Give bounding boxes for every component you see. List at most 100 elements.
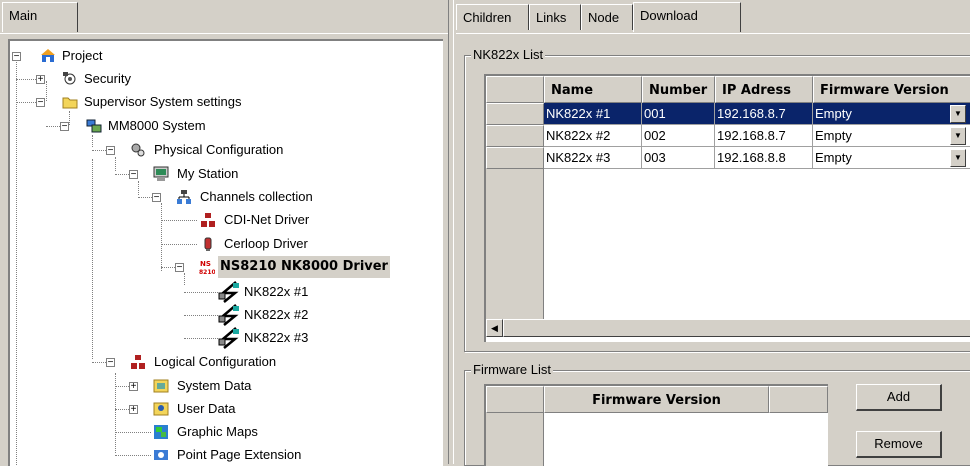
collapse-icon[interactable]: − xyxy=(60,122,69,132)
table-cell-ip[interactable]: 192.168.8.7 xyxy=(715,125,813,147)
nk822x-icon xyxy=(218,281,239,303)
tree-label: Graphic Maps xyxy=(177,424,258,439)
svg-text:NS: NS xyxy=(200,260,211,268)
column-header-number[interactable]: Number xyxy=(642,76,715,103)
collapse-icon[interactable]: − xyxy=(106,146,115,156)
tree-label: Project xyxy=(62,48,103,63)
folder-icon xyxy=(62,97,78,109)
row-header[interactable] xyxy=(486,103,544,125)
row-header[interactable] xyxy=(486,125,544,147)
collapse-icon[interactable]: − xyxy=(12,52,21,62)
table-cell-ip[interactable]: 192.168.8.8 xyxy=(715,147,813,169)
tree-label: Physical Configuration xyxy=(154,142,284,157)
column-header-firmware-version[interactable]: Firmware Version xyxy=(544,386,769,413)
tree-line xyxy=(16,59,17,466)
security-icon xyxy=(63,72,76,85)
expand-icon[interactable]: + xyxy=(129,382,138,392)
expand-icon[interactable]: + xyxy=(129,405,138,415)
dropdown-arrow-icon[interactable]: ▼ xyxy=(950,149,966,167)
tree-label: NK822x #3 xyxy=(244,330,309,345)
point-page-icon xyxy=(154,450,168,460)
dropdown-arrow-icon[interactable]: ▼ xyxy=(950,105,966,123)
tree-line xyxy=(92,135,93,147)
tree-label: My Station xyxy=(177,166,239,181)
tree-line xyxy=(138,181,139,195)
logical-config-icon xyxy=(131,355,145,369)
collapse-icon[interactable]: − xyxy=(36,98,45,108)
project-tree[interactable]: − Project + Security − Supervisor System… xyxy=(8,39,443,466)
column-header-firmware[interactable]: Firmware Version xyxy=(813,76,970,103)
table-cell-number[interactable]: 003 xyxy=(642,147,715,169)
tree-label-selected: NS8210 NK8000 Driver xyxy=(218,256,390,278)
nk822x-icon xyxy=(218,304,239,326)
tree-label: System Data xyxy=(177,378,252,393)
tree-label: Security xyxy=(84,71,131,86)
tab-divider xyxy=(0,33,448,34)
collapse-icon[interactable]: − xyxy=(106,358,115,368)
collapse-icon[interactable]: − xyxy=(129,170,138,180)
tab-main[interactable]: Main xyxy=(2,2,78,32)
nk-list-grid[interactable]: Name Number IP Adress Firmware Version N… xyxy=(484,74,970,342)
expand-icon[interactable]: + xyxy=(36,75,45,85)
scroll-thumb[interactable] xyxy=(503,319,970,337)
tree-label: NK822x #1 xyxy=(244,284,309,299)
table-cell-firmware[interactable]: Empty xyxy=(813,103,970,125)
svg-text:8210: 8210 xyxy=(199,269,215,275)
grid-corner xyxy=(486,386,544,413)
tab-links[interactable]: Links xyxy=(529,4,581,30)
table-cell-number[interactable]: 001 xyxy=(642,103,715,125)
tab-divider xyxy=(456,33,970,34)
scroll-left-icon[interactable]: ◀ xyxy=(486,319,503,337)
remove-button-label: Remove xyxy=(874,436,923,451)
table-cell-name[interactable]: NK822x #2 xyxy=(544,125,642,147)
firmware-list-title: Firmware List xyxy=(471,362,554,377)
tree-label: MM8000 System xyxy=(108,118,206,133)
tree-label: Channels collection xyxy=(200,189,313,204)
horizontal-scrollbar[interactable]: ◀ xyxy=(486,319,970,337)
table-cell-firmware[interactable]: Empty xyxy=(813,147,970,169)
tree-label: Cerloop Driver xyxy=(224,236,308,251)
tree-line xyxy=(115,157,116,171)
collapse-icon[interactable]: − xyxy=(152,193,161,203)
tree-label: CDI-Net Driver xyxy=(224,212,310,227)
nk-list-title: NK822x List xyxy=(471,47,546,62)
system-icon xyxy=(86,119,102,133)
collapse-icon[interactable]: − xyxy=(175,263,184,273)
remove-button[interactable]: Remove xyxy=(856,431,942,458)
tree-line xyxy=(115,373,116,453)
table-cell-ip[interactable]: 192.168.8.7 xyxy=(715,103,813,125)
grid-corner xyxy=(486,76,544,103)
left-tab-bar: Main xyxy=(0,0,448,34)
tab-node[interactable]: Node xyxy=(581,4,633,30)
column-header-name[interactable]: Name xyxy=(544,76,642,103)
tab-download[interactable]: Download xyxy=(633,2,741,32)
firmware-list-grid[interactable]: Firmware Version xyxy=(484,384,828,466)
row-header[interactable] xyxy=(486,147,544,169)
dropdown-arrow-icon[interactable]: ▼ xyxy=(950,127,966,145)
driver-icon xyxy=(201,213,215,227)
tree-line xyxy=(46,81,47,101)
ns8210-icon: NS 8210 xyxy=(199,260,215,275)
pane-splitter[interactable] xyxy=(448,0,454,464)
cerloop-icon xyxy=(204,237,212,251)
row-header-empty xyxy=(486,169,544,319)
station-icon xyxy=(153,166,169,181)
table-cell-name[interactable]: NK822x #1 xyxy=(544,103,642,125)
table-cell-number[interactable]: 002 xyxy=(642,125,715,147)
tab-children[interactable]: Children xyxy=(456,4,529,30)
table-cell-firmware[interactable]: Empty xyxy=(813,125,970,147)
tree-line xyxy=(69,111,70,125)
column-header-blank xyxy=(769,386,828,413)
column-header-ip[interactable]: IP Adress xyxy=(715,76,813,103)
row-header-empty xyxy=(486,413,544,466)
user-data-icon xyxy=(153,402,169,416)
tree-line xyxy=(184,273,185,285)
add-button[interactable]: Add xyxy=(856,384,942,411)
right-pane: Children Links Node Download NK822x List… xyxy=(456,0,970,466)
tree-label: NK822x #2 xyxy=(244,307,309,322)
tree-label: Point Page Extension xyxy=(177,447,302,462)
physical-config-icon xyxy=(131,143,145,157)
table-cell-name[interactable]: NK822x #3 xyxy=(544,147,642,169)
channels-icon xyxy=(177,190,191,204)
system-data-icon xyxy=(153,379,169,393)
